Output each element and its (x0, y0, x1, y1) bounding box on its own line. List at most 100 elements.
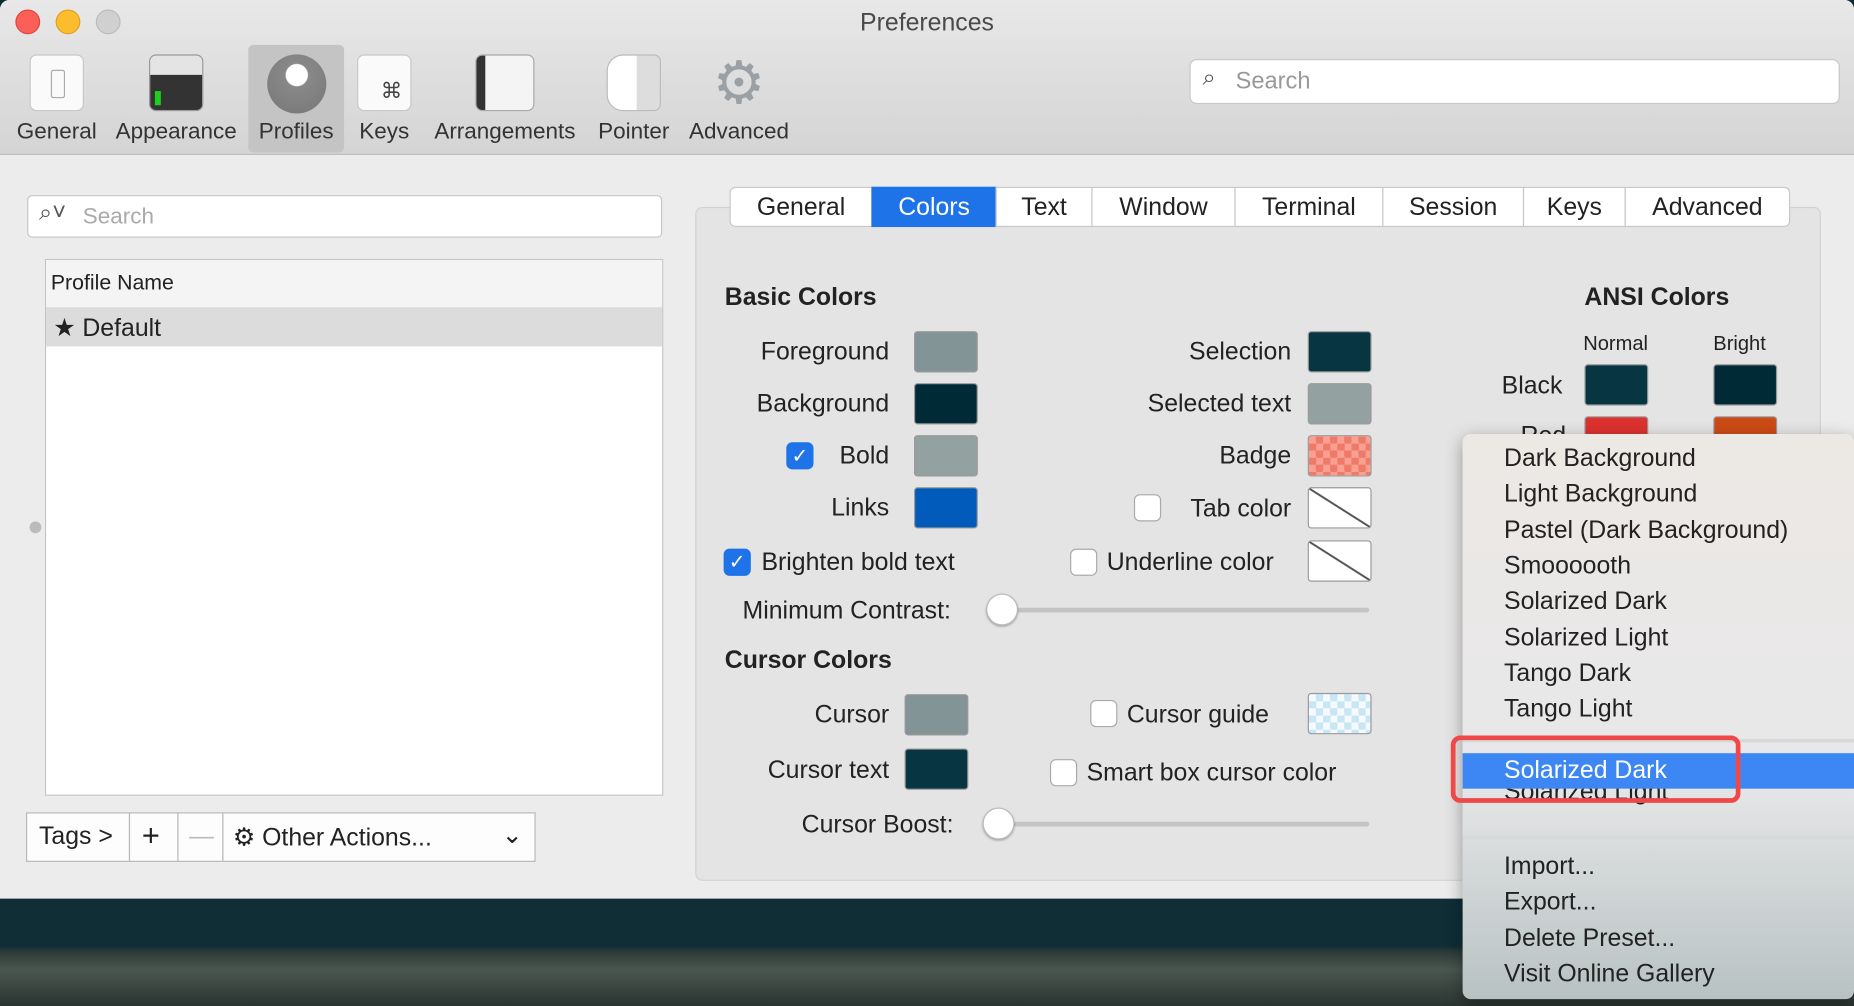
brighten-bold-label: Brighten bold text (761, 548, 955, 576)
selection-color-well[interactable] (1307, 331, 1372, 373)
brighten-bold-checkbox[interactable]: ✓ (723, 548, 751, 576)
foreground-label: Foreground (760, 338, 890, 366)
menu-item-preset[interactable]: Smoooooth (1504, 549, 1631, 584)
add-profile-button[interactable]: + (128, 812, 179, 862)
column-header-profile-name[interactable]: Profile Name (46, 260, 663, 309)
menu-item-preset[interactable]: Solarized Dark (1504, 584, 1667, 619)
profile-name: Default (82, 314, 162, 342)
ansi-black-normal-well[interactable] (1584, 364, 1649, 406)
table-row[interactable]: ★ Default (46, 308, 663, 347)
cursor-color-well[interactable] (904, 694, 969, 736)
toolbar-keys[interactable]: ⌘ Keys (350, 45, 419, 153)
mouse-icon (606, 54, 661, 112)
badge-label: Badge (1219, 442, 1292, 470)
window-arrangement-icon (475, 54, 535, 112)
underline-color-well[interactable] (1307, 540, 1372, 582)
minimum-contrast-knob[interactable] (986, 593, 1019, 626)
chevron-down-icon: ⌄ (501, 821, 523, 849)
search-icon: ⌕˅ (39, 199, 67, 226)
tab-color-checkbox[interactable] (1133, 494, 1162, 522)
menu-item-preset[interactable]: Tango Dark (1504, 656, 1631, 691)
tab-terminal[interactable]: Terminal (1234, 186, 1384, 228)
split-handle[interactable] (29, 521, 42, 534)
ansi-black-bright-well[interactable] (1713, 364, 1778, 406)
toolbar-label: Arrangements (434, 119, 576, 145)
cursor-guide-color-well[interactable] (1307, 692, 1372, 735)
cursor-guide-checkbox[interactable] (1090, 699, 1118, 728)
links-color-well[interactable] (913, 487, 978, 529)
toolbar-label: Profiles (258, 119, 334, 145)
cursor-text-color-well[interactable] (904, 748, 969, 790)
selected-text-label: Selected text (1147, 390, 1292, 418)
user-silhouette-icon (266, 54, 326, 114)
cursor-boost-label: Cursor Boost: (801, 811, 954, 839)
menu-item-action[interactable]: Export... (1504, 885, 1596, 920)
tab-general[interactable]: General (729, 186, 873, 228)
background-color-well[interactable] (913, 383, 978, 425)
underline-color-checkbox[interactable] (1070, 548, 1098, 576)
bold-checkbox[interactable]: ✓ (786, 442, 814, 470)
tab-keys[interactable]: Keys (1522, 186, 1626, 228)
cursor-colors-heading: Cursor Colors (724, 646, 892, 674)
menu-item-action[interactable]: Visit Online Gallery (1504, 956, 1715, 991)
toolbar-arrangements[interactable]: Arrangements (428, 45, 582, 153)
toolbar-label: Appearance (115, 119, 237, 145)
menu-item-action[interactable]: Delete Preset... (1504, 921, 1675, 956)
tab-window[interactable]: Window (1091, 186, 1236, 228)
color-presets-menu: Dark Background Light Background Pastel (D… (1462, 433, 1854, 1000)
smart-box-cursor-checkbox[interactable] (1049, 759, 1078, 787)
toolbar-profiles[interactable]: Profiles (248, 44, 345, 153)
menu-item-preset[interactable]: Solarized Light (1504, 620, 1668, 655)
cursor-text-label: Cursor text (767, 756, 890, 784)
remove-profile-button[interactable]: — (177, 812, 224, 862)
minimum-contrast-label: Minimum Contrast: (742, 597, 951, 625)
underline-color-label: Underline color (1106, 548, 1274, 576)
tab-color-well[interactable] (1307, 487, 1372, 529)
star-icon: ★ (53, 314, 76, 342)
other-actions-label: Other Actions... (262, 824, 432, 852)
cursor-boost-slider[interactable] (999, 821, 1370, 827)
background-label: Background (756, 390, 890, 418)
preferences-search-input[interactable]: ⌕ Search (1189, 59, 1840, 105)
toolbar-advanced[interactable]: ⚙ Advanced (683, 45, 794, 153)
minimum-contrast-slider[interactable] (1002, 607, 1370, 613)
tags-button[interactable]: Tags > (26, 812, 131, 862)
cursor-boost-knob[interactable] (982, 807, 1015, 840)
ansi-colors-heading: ANSI Colors (1584, 283, 1730, 311)
cursor-label: Cursor (814, 701, 890, 729)
basic-colors-heading: Basic Colors (724, 283, 877, 311)
cursor-guide-label: Cursor guide (1126, 701, 1269, 729)
gear-icon: ⚙ (232, 824, 256, 852)
foreground-color-well[interactable] (913, 331, 978, 373)
menu-item-preset[interactable]: Dark Background (1504, 441, 1696, 476)
toolbar-pointer[interactable]: Pointer (591, 45, 676, 153)
ansi-black-label: Black (1501, 372, 1563, 400)
tab-session[interactable]: Session (1382, 186, 1525, 228)
selection-label: Selection (1189, 338, 1292, 366)
bold-color-well[interactable] (913, 435, 978, 477)
tab-colors[interactable]: Colors (871, 186, 997, 228)
tab-advanced[interactable]: Advanced (1624, 186, 1791, 228)
badge-color-well[interactable] (1307, 435, 1372, 477)
tab-text[interactable]: Text (995, 186, 1093, 228)
menu-item-action[interactable]: Import... (1504, 849, 1595, 884)
toolbar-appearance[interactable]: Appearance (109, 45, 244, 153)
search-placeholder: Search (82, 204, 154, 230)
bold-label: Bold (839, 442, 890, 470)
smart-box-cursor-label: Smart box cursor color (1086, 759, 1337, 787)
window-title: Preferences (860, 9, 994, 37)
selected-text-color-well[interactable] (1307, 383, 1372, 425)
links-label: Links (831, 494, 890, 522)
toolbar-label: Advanced (689, 119, 789, 145)
toolbar-general[interactable]: General (7, 45, 106, 153)
menu-item-preset[interactable]: Tango Light (1504, 692, 1632, 727)
menu-item-preset[interactable]: Pastel (Dark Background) (1504, 513, 1788, 548)
other-actions-dropdown[interactable]: ⚙ Other Actions... ⌄ (222, 812, 536, 862)
tab-color-label: Tab color (1190, 495, 1292, 523)
toolbar-label: General (16, 119, 97, 145)
toggle-switch-icon (29, 54, 84, 112)
profile-search-input[interactable]: ⌕˅ Search (27, 195, 663, 238)
menu-item-preset[interactable]: Light Background (1504, 477, 1697, 512)
title-bar: Preferences General Appearance Profiles … (0, 0, 1854, 155)
normal-column-label: Normal (1583, 332, 1649, 355)
